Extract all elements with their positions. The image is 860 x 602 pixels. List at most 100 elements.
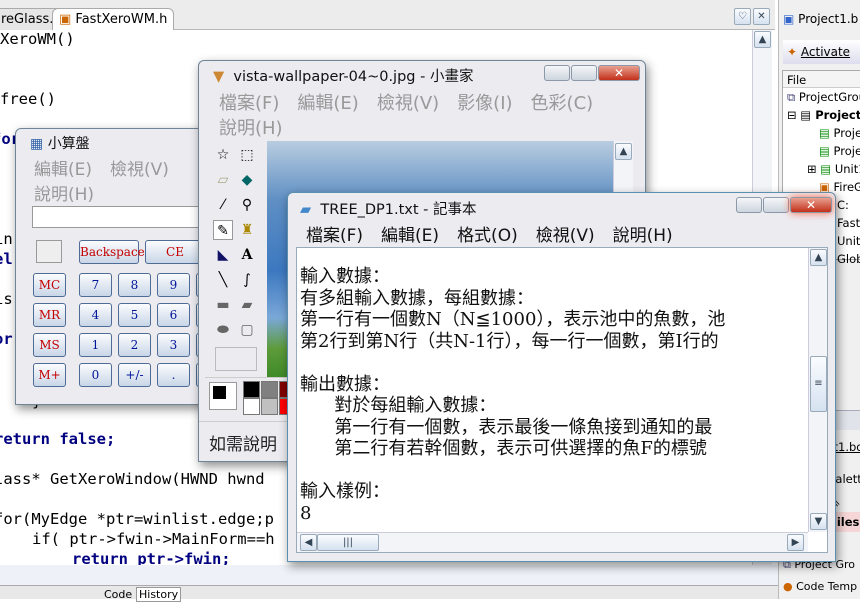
maximize-button[interactable] — [571, 65, 597, 81]
m-plus-button[interactable]: M+ — [33, 363, 66, 387]
activate-icon: ✦ — [787, 45, 798, 59]
free-select-icon[interactable]: ☆ — [213, 145, 233, 165]
menu-edit[interactable]: 編輯(E) — [381, 226, 439, 246]
menu-file[interactable]: 檔案(F) — [306, 226, 363, 246]
brush-icon[interactable]: ♜ — [237, 220, 257, 240]
code-line: if( ptr->fwin->MainForm==h — [32, 530, 275, 548]
key-1[interactable]: 1 — [79, 333, 112, 357]
tree-item[interactable]: ▤ Proje — [819, 144, 860, 158]
key-4[interactable]: 4 — [79, 303, 112, 327]
paint-menu: 檔案(F) 編輯(E) 檢視(V) 影像(I) 色彩(C) — [219, 89, 611, 115]
backspace-button[interactable]: Backspace — [79, 240, 145, 264]
tree-item[interactable]: Fast — [837, 216, 860, 230]
text-icon[interactable]: A — [237, 245, 257, 265]
notepad-window: ▰ TREE_DP1.txt - 記事本 ✕ 檔案(F) 編輯(E) 格式(O) 檢視… — [287, 192, 836, 562]
mr-button[interactable]: MR — [33, 303, 66, 327]
magnifier-icon[interactable]: ⚲ — [237, 195, 257, 215]
key-2[interactable]: 2 — [118, 333, 151, 357]
tree-item[interactable]: ⧉ ProjectGrou — [787, 90, 860, 105]
ms-button[interactable]: MS — [33, 333, 66, 357]
color-swatch[interactable] — [243, 381, 260, 398]
tree-item[interactable]: Glob — [837, 252, 860, 266]
close-tab-icon[interactable]: ✕ — [753, 8, 770, 25]
airbrush-icon[interactable]: ◣ — [213, 245, 233, 265]
calculator-display — [32, 206, 212, 228]
rectangle-icon[interactable]: ▬ — [213, 295, 233, 315]
code-line: lass* GetXeroWindow(HWND hwnd — [0, 470, 265, 488]
minimize-button[interactable] — [544, 65, 570, 81]
tab-history[interactable]: History — [136, 587, 182, 602]
key-6[interactable]: 6 — [157, 303, 190, 327]
favorite-icon[interactable]: ♡ — [734, 8, 751, 25]
color-swatch[interactable] — [243, 398, 260, 415]
scroll-left-icon[interactable]: ◀ — [300, 534, 317, 551]
tree-item[interactable]: ⊟ ▤ Project — [787, 108, 860, 122]
key-9[interactable]: 9 — [157, 273, 190, 297]
close-button[interactable]: ✕ — [790, 197, 832, 213]
notepad-titlebar: ▰ TREE_DP1.txt - 記事本 — [300, 202, 477, 218]
code-line: in — [0, 230, 13, 248]
menu-help[interactable]: 說明(H) — [219, 118, 283, 139]
menu-colors[interactable]: 色彩(C) — [531, 93, 594, 114]
scroll-thumb[interactable]: ||| — [317, 534, 379, 551]
tree-item[interactable]: ▤ Proje — [819, 126, 860, 140]
horizontal-scrollbar[interactable]: ◀ ||| ▶ — [297, 532, 808, 552]
tab-code[interactable]: Code — [104, 588, 132, 601]
key-3[interactable]: 3 — [157, 333, 190, 357]
curve-icon[interactable]: ∫ — [237, 270, 257, 290]
close-button[interactable]: ✕ — [598, 65, 640, 81]
tree-item[interactable]: Unit2 — [837, 234, 860, 248]
key-plus-minus[interactable]: +/- — [118, 363, 151, 387]
rounded-rect-icon[interactable]: ▢ — [237, 320, 257, 340]
scroll-right-icon[interactable]: ▶ — [787, 534, 804, 551]
scroll-thumb[interactable]: ≡ — [810, 356, 827, 412]
color-picker-icon[interactable]: ⁄ — [213, 195, 233, 215]
rect-select-icon[interactable]: ⬚ — [237, 145, 257, 165]
key-decimal[interactable]: . — [157, 363, 190, 387]
menu-image[interactable]: 影像(I) — [457, 93, 512, 114]
maximize-button[interactable] — [763, 197, 789, 213]
menu-format[interactable]: 格式(O) — [457, 226, 518, 246]
tab-fastxerowm[interactable]: ▣ FastXeroWM.h — [52, 8, 175, 30]
file-icon: ▣ — [59, 12, 76, 27]
scroll-up-icon[interactable]: ▲ — [754, 31, 771, 48]
tool-options[interactable] — [215, 347, 257, 371]
menu-help[interactable]: 說明(H) — [613, 226, 673, 246]
key-7[interactable]: 7 — [79, 273, 112, 297]
scroll-up-icon[interactable]: ▲ — [615, 143, 632, 160]
ce-button[interactable]: CE — [145, 240, 205, 264]
column-header-file[interactable]: File — [783, 71, 860, 88]
vertical-scrollbar[interactable]: ▲ ≡ ▼ — [808, 248, 827, 532]
minimize-button[interactable] — [736, 197, 762, 213]
line-icon[interactable]: ╲ — [213, 270, 233, 290]
scroll-up-icon[interactable]: ▲ — [810, 249, 827, 266]
current-colors[interactable] — [209, 382, 237, 410]
menu-edit[interactable]: 編輯(E) — [34, 160, 92, 180]
polygon-icon[interactable]: ▰ — [237, 295, 257, 315]
eraser-icon[interactable]: ▱ — [213, 170, 233, 190]
menu-view[interactable]: 檢視(V) — [377, 93, 439, 114]
color-swatch[interactable] — [261, 381, 278, 398]
mc-button[interactable]: MC — [33, 273, 66, 297]
key-5[interactable]: 5 — [118, 303, 151, 327]
scroll-down-icon[interactable]: ▼ — [810, 513, 827, 530]
menu-view[interactable]: 檢視(V) — [536, 226, 595, 246]
menu-file[interactable]: 檔案(F) — [219, 93, 279, 114]
tree-item[interactable]: ⊞ ▤ Unit1 — [807, 162, 860, 176]
ellipse-icon[interactable]: ⬬ — [213, 320, 233, 340]
activate-button[interactable]: ✦ Activate — [783, 40, 860, 64]
tree-item[interactable]: C: — [837, 198, 849, 212]
key-8[interactable]: 8 — [118, 273, 151, 297]
memory-indicator — [36, 240, 62, 263]
color-swatch[interactable] — [261, 398, 278, 415]
menu-view[interactable]: 檢視(V) — [110, 160, 169, 180]
key-0[interactable]: 0 — [79, 363, 112, 387]
code-templates-item[interactable]: ● Code Temp — [783, 580, 857, 593]
menu-help[interactable]: 說明(H) — [34, 185, 94, 205]
pencil-icon[interactable]: ✎ — [213, 220, 233, 240]
project-icon: ▣ — [783, 12, 795, 26]
text-editor[interactable]: 輸入數據： 有多組輸入數據，每組數據： 第一行有一個數N（N≦1000），表示池… — [296, 247, 828, 553]
fill-icon[interactable]: ◆ — [237, 170, 257, 190]
menu-edit[interactable]: 編輯(E) — [297, 93, 358, 114]
calculator-titlebar: ▦ 小算盤 — [30, 136, 90, 152]
